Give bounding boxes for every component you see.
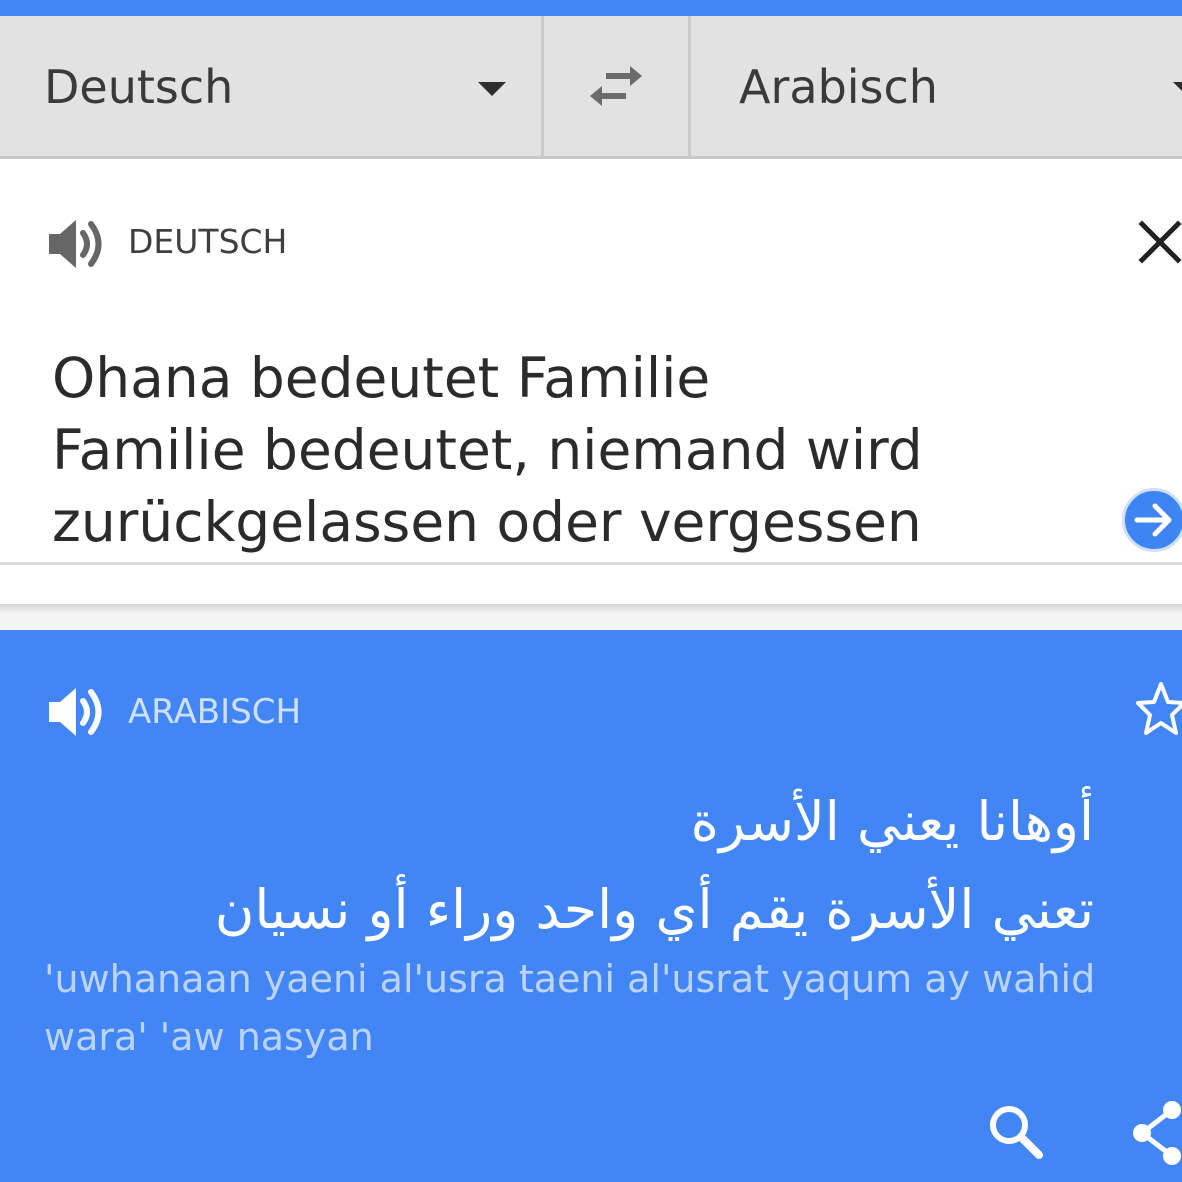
translate-submit-button[interactable] xyxy=(1122,488,1182,552)
star-icon[interactable] xyxy=(1134,680,1182,738)
target-language-label: Arabisch xyxy=(739,60,938,114)
source-language-label: Deutsch xyxy=(44,60,234,114)
input-text[interactable]: Ohana bedeutet Familie Familie bedeutet,… xyxy=(52,342,1112,558)
swap-languages-button[interactable] xyxy=(544,16,691,156)
source-language-selector[interactable]: Deutsch xyxy=(0,16,544,156)
swap-arrows-icon xyxy=(590,66,642,106)
caret-down-icon xyxy=(478,82,506,96)
share-icon[interactable] xyxy=(1130,1098,1182,1168)
close-icon[interactable] xyxy=(1138,220,1182,264)
speaker-icon[interactable] xyxy=(46,686,106,738)
speaker-icon[interactable] xyxy=(46,218,106,270)
card-gap xyxy=(0,612,1182,630)
translated-text: أوهانا يعني الأسرة تعني الأسرة يقم أي وا… xyxy=(214,790,1094,941)
language-bar: Deutsch Arabisch xyxy=(0,16,1182,159)
source-language-heading: DEUTSCH xyxy=(128,222,288,261)
translation-result-card: ARABISCH أوهانا يعني الأسرة تعني الأسرة … xyxy=(0,630,1182,1182)
search-icon[interactable] xyxy=(986,1102,1046,1162)
card-shadow xyxy=(0,604,1182,612)
caret-down-icon xyxy=(1173,82,1182,96)
input-underline xyxy=(0,562,1182,565)
arrow-right-icon xyxy=(1134,503,1172,537)
top-accent-strip xyxy=(0,0,1182,16)
target-language-selector[interactable]: Arabisch xyxy=(691,16,1182,156)
transliteration-text: 'uwhanaan yaeni al'usra taeni al'usrat y… xyxy=(44,957,1096,1059)
target-language-heading: ARABISCH xyxy=(128,692,302,732)
